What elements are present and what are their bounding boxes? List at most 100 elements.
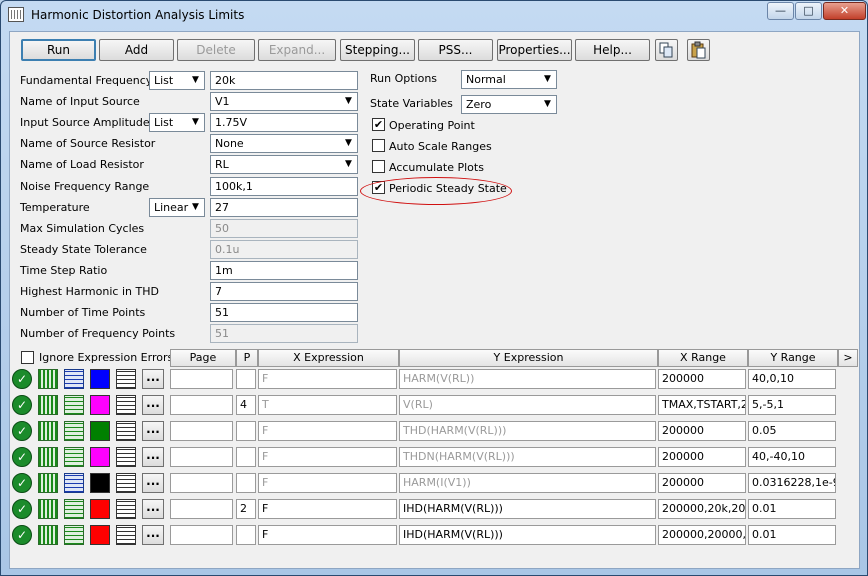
y-expression-cell[interactable]: IHD(HARM(V(RL))): [399, 525, 656, 545]
x-range-cell[interactable]: 200000,20000,20: [658, 525, 746, 545]
more-button[interactable]: ...: [142, 369, 164, 389]
line-style-icon[interactable]: [64, 473, 84, 493]
input-source-select[interactable]: V1 ▼: [210, 92, 358, 111]
line-style-icon[interactable]: [64, 499, 84, 519]
more-button[interactable]: ...: [142, 499, 164, 519]
enabled-check-icon[interactable]: ✓: [12, 421, 32, 441]
x-expression-cell[interactable]: F: [258, 499, 397, 519]
pss-button[interactable]: PSS...: [418, 39, 493, 61]
table-icon[interactable]: [116, 447, 136, 467]
enabled-check-icon[interactable]: ✓: [12, 369, 32, 389]
color-swatch[interactable]: [90, 473, 110, 493]
table-icon[interactable]: [116, 421, 136, 441]
help-button[interactable]: Help...: [575, 39, 650, 61]
y-expression-cell[interactable]: HARM(I(V1)): [399, 473, 656, 493]
y-range-cell[interactable]: 40,-40,10: [748, 447, 836, 467]
fundamental-frequency-mode[interactable]: List ▼: [149, 71, 205, 90]
table-icon[interactable]: [116, 473, 136, 493]
y-expression-cell[interactable]: IHD(HARM(V(RL))): [399, 499, 656, 519]
y-range-cell[interactable]: 0.01: [748, 499, 836, 519]
x-expression-cell[interactable]: F: [258, 369, 397, 389]
enabled-check-icon[interactable]: ✓: [12, 395, 32, 415]
table-icon[interactable]: [116, 499, 136, 519]
source-resistor-select[interactable]: None ▼: [210, 134, 358, 153]
plot-style-icon[interactable]: [38, 395, 58, 415]
x-expression-cell[interactable]: F: [258, 525, 397, 545]
plot-style-icon[interactable]: [38, 499, 58, 519]
paste-icon[interactable]: [687, 39, 710, 61]
p-cell[interactable]: 2: [236, 499, 256, 519]
y-range-cell[interactable]: 5,-5,1: [748, 395, 836, 415]
x-range-cell[interactable]: 200000: [658, 447, 746, 467]
p-cell[interactable]: [236, 369, 256, 389]
enabled-check-icon[interactable]: ✓: [12, 499, 32, 519]
accumulate-checkbox[interactable]: [372, 160, 385, 173]
plot-style-icon[interactable]: [38, 369, 58, 389]
time-points-input[interactable]: 51: [210, 303, 358, 322]
plot-style-icon[interactable]: [38, 447, 58, 467]
header-y-range[interactable]: Y Range: [748, 349, 838, 367]
page-cell[interactable]: [170, 473, 233, 493]
p-cell[interactable]: [236, 447, 256, 467]
noise-range-input[interactable]: 100k,1: [210, 177, 358, 196]
page-cell[interactable]: [170, 447, 233, 467]
stepping-button[interactable]: Stepping...: [340, 39, 415, 61]
scroll-columns-button[interactable]: >: [838, 349, 858, 367]
p-cell[interactable]: [236, 525, 256, 545]
color-swatch[interactable]: [90, 421, 110, 441]
color-swatch[interactable]: [90, 395, 110, 415]
x-range-cell[interactable]: 200000: [658, 421, 746, 441]
p-cell[interactable]: 4: [236, 395, 256, 415]
input-amplitude-mode[interactable]: List ▼: [149, 113, 205, 132]
line-style-icon[interactable]: [64, 395, 84, 415]
run-options-select[interactable]: Normal ▼: [461, 70, 557, 89]
properties-button[interactable]: Properties...: [497, 39, 572, 61]
maximize-button[interactable]: □: [795, 2, 822, 20]
x-range-cell[interactable]: 200000,20k,20k: [658, 499, 746, 519]
line-style-icon[interactable]: [64, 525, 84, 545]
line-style-icon[interactable]: [64, 369, 84, 389]
header-x-expression[interactable]: X Expression: [258, 349, 399, 367]
highest-harmonic-input[interactable]: 7: [210, 282, 358, 301]
time-step-input[interactable]: 1m: [210, 261, 358, 280]
app-icon[interactable]: [8, 7, 24, 22]
header-page[interactable]: Page: [170, 349, 236, 367]
table-icon[interactable]: [116, 395, 136, 415]
minimize-button[interactable]: —: [767, 2, 794, 20]
fundamental-frequency-input[interactable]: 20k: [210, 71, 358, 90]
enabled-check-icon[interactable]: ✓: [12, 473, 32, 493]
y-range-cell[interactable]: 0.01: [748, 525, 836, 545]
more-button[interactable]: ...: [142, 447, 164, 467]
table-icon[interactable]: [116, 525, 136, 545]
x-expression-cell[interactable]: F: [258, 447, 397, 467]
more-button[interactable]: ...: [142, 395, 164, 415]
y-expression-cell[interactable]: HARM(V(RL)): [399, 369, 656, 389]
plot-style-icon[interactable]: [38, 525, 58, 545]
x-range-cell[interactable]: TMAX,TSTART,2S: [658, 395, 746, 415]
p-cell[interactable]: [236, 473, 256, 493]
auto-scale-checkbox[interactable]: [372, 139, 385, 152]
input-amplitude-input[interactable]: 1.75V: [210, 113, 358, 132]
x-expression-cell[interactable]: F: [258, 421, 397, 441]
more-button[interactable]: ...: [142, 473, 164, 493]
close-button[interactable]: ✕: [823, 2, 866, 20]
page-cell[interactable]: [170, 499, 233, 519]
run-button[interactable]: Run: [21, 39, 96, 61]
y-expression-cell[interactable]: V(RL): [399, 395, 656, 415]
enabled-check-icon[interactable]: ✓: [12, 525, 32, 545]
x-expression-cell[interactable]: F: [258, 473, 397, 493]
delete-button[interactable]: Delete: [177, 39, 255, 61]
copy-icon[interactable]: [655, 39, 678, 61]
color-swatch[interactable]: [90, 447, 110, 467]
table-icon[interactable]: [116, 369, 136, 389]
add-button[interactable]: Add: [99, 39, 174, 61]
page-cell[interactable]: [170, 395, 233, 415]
operating-point-checkbox[interactable]: ✔: [372, 118, 385, 131]
title-bar[interactable]: Harmonic Distortion Analysis Limits — □ …: [1, 1, 867, 29]
y-range-cell[interactable]: 0.0316228,1e-9: [748, 473, 836, 493]
color-swatch[interactable]: [90, 499, 110, 519]
state-variables-select[interactable]: Zero ▼: [461, 95, 557, 114]
p-cell[interactable]: [236, 421, 256, 441]
y-range-cell[interactable]: 0.05: [748, 421, 836, 441]
expand-button[interactable]: Expand...: [258, 39, 336, 61]
